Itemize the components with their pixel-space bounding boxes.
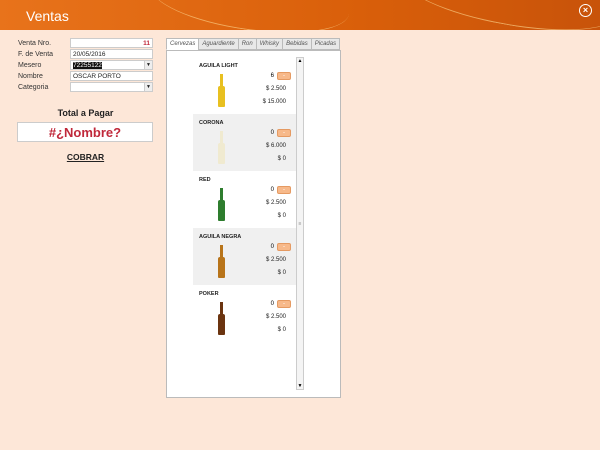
title-bar: Ventas × — [0, 0, 600, 30]
chevron-down-icon[interactable]: ▼ — [144, 61, 152, 69]
close-icon[interactable]: × — [579, 4, 592, 17]
product-name: AGUILA LIGHT — [199, 63, 238, 69]
product-qty: 0 — [270, 130, 274, 136]
product-name: AGUILA NEGRA — [199, 234, 242, 240]
bottle-image — [218, 188, 225, 221]
scroll-up-icon[interactable]: ▲ — [297, 58, 303, 64]
scroll-thumb[interactable]: ≡ — [297, 221, 303, 227]
product-name: POKER — [199, 291, 219, 297]
mesero-label: Mesero — [18, 62, 42, 69]
scrollbar[interactable]: ▲ ≡ ▼ — [296, 57, 304, 390]
product-item: AGUILA LIGHT 6 - $ 2.500 $ 15.000 — [193, 57, 296, 114]
product-name: CORONA — [199, 120, 224, 126]
tab-bebidas[interactable]: Bebidas — [282, 38, 312, 50]
decrease-button[interactable]: - — [277, 129, 291, 137]
fecha-field[interactable]: 20/05/2016 — [70, 49, 153, 59]
product-name: RED — [199, 177, 211, 183]
cobrar-button[interactable]: COBRAR — [18, 152, 153, 162]
mesero-select[interactable]: 72255122 ▼ — [70, 60, 153, 70]
categoria-label: Categoria — [18, 84, 49, 91]
window-title: Ventas — [26, 8, 69, 24]
bottle-image — [218, 302, 225, 335]
mesero-value: 72255122 — [73, 62, 102, 69]
product-price: $ 6.000 — [265, 143, 286, 149]
total-label: Total a Pagar — [57, 108, 114, 118]
chevron-down-icon[interactable]: ▼ — [144, 83, 152, 91]
product-price: $ 2.500 — [265, 257, 286, 263]
product-subtotal: $ 0 — [277, 213, 286, 219]
product-subtotal: $ 0 — [277, 156, 286, 162]
product-price: $ 2.500 — [265, 200, 286, 206]
nombre-label: Nombre — [18, 73, 43, 80]
product-price: $ 2.500 — [265, 314, 286, 320]
product-item: AGUILA NEGRA 0 - $ 2.500 $ 0 — [193, 228, 296, 285]
product-subtotal: $ 0 — [277, 327, 286, 333]
product-price: $ 2.500 — [265, 86, 286, 92]
tab-cervezas[interactable]: Cervezas — [166, 38, 200, 50]
bottle-image — [218, 131, 225, 164]
product-item: CORONA 0 - $ 6.000 $ 0 — [193, 114, 296, 171]
product-subtotal: $ 0 — [277, 270, 286, 276]
decrease-button[interactable]: - — [277, 243, 291, 251]
category-tabs: Cervezas Aguardiente Ron Whisky Bebidas Picad… — [166, 38, 341, 50]
categoria-select[interactable]: ▼ — [70, 82, 153, 92]
tab-whisky[interactable]: Whisky — [255, 38, 284, 50]
fecha-label: F. de Venta — [18, 51, 54, 58]
product-qty: 0 — [270, 244, 274, 250]
tab-picadas[interactable]: Picadas — [310, 38, 341, 50]
product-subtotal: $ 15.000 — [262, 99, 286, 105]
product-item: POKER 0 - $ 2.500 $ 0 — [193, 285, 296, 342]
bottle-image — [218, 245, 225, 278]
product-item: RED 0 - $ 2.500 $ 0 — [193, 171, 296, 228]
tab-aguardiente[interactable]: Aguardiente — [198, 38, 239, 50]
decrease-button[interactable]: - — [277, 72, 291, 80]
product-qty: 6 — [270, 73, 274, 79]
decrease-button[interactable]: - — [277, 300, 291, 308]
decrease-button[interactable]: - — [277, 186, 291, 194]
product-qty: 0 — [270, 187, 274, 193]
scroll-down-icon[interactable]: ▼ — [297, 383, 303, 389]
total-value: #¿Nombre? — [17, 122, 153, 142]
tab-ron[interactable]: Ron — [237, 38, 257, 50]
product-qty: 0 — [270, 301, 274, 307]
bottle-image — [218, 74, 225, 107]
venta-nro-label: Venta Nro. — [18, 40, 52, 47]
nombre-field[interactable]: OSCAR PORTO — [70, 71, 153, 81]
venta-nro-field[interactable]: 11 — [70, 38, 153, 48]
